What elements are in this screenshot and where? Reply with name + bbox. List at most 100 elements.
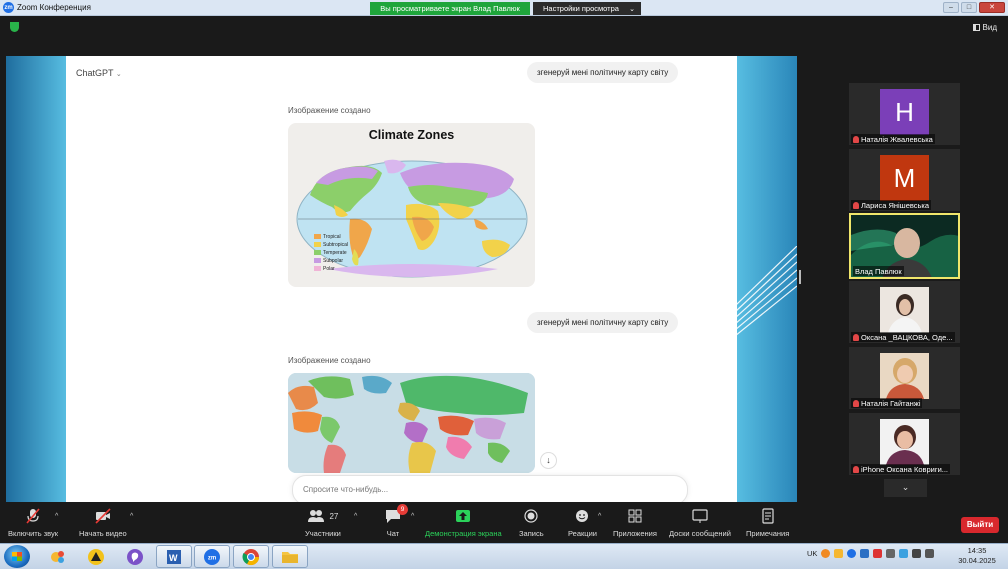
avatar: M [880,155,929,201]
flag-icon[interactable] [873,549,883,558]
shield-icon[interactable] [899,549,909,558]
record-icon [524,509,538,523]
tray-app-icon[interactable] [834,549,844,558]
taskbar-app-word[interactable]: W [156,545,192,568]
layout-icon [972,24,980,31]
network-icon[interactable] [886,549,896,558]
participant-tile[interactable]: M Лариса Янішевська [849,149,960,211]
minimize-button[interactable]: – [943,2,959,13]
desktop-background-left [6,56,66,502]
view-settings-button[interactable]: Настройки просмотра ⌄ [533,2,641,15]
close-window-button[interactable]: ✕ [979,2,1005,13]
chatgpt-page: ChatGPT ⌄ згенеруй мені політичну карту … [66,56,737,502]
participant-photo [880,419,929,465]
reactions-button[interactable]: Реакции [568,508,597,538]
chat-caret-icon[interactable]: ^ [411,513,414,520]
volume-icon[interactable] [925,549,935,558]
app-name: ChatGPT [76,68,114,78]
signal-bars-icon[interactable] [912,549,922,558]
participant-name-bar: Влад Павлюк [853,266,904,276]
image-created-label: Изображение создано [288,106,371,115]
participant-tile[interactable]: Оксана _ВАЦКОВА, Оде... [849,281,960,343]
prompt-composer[interactable] [292,475,688,502]
record-label: Запись [519,529,544,538]
scroll-down-button[interactable]: ↓ [540,452,557,469]
view-label: Вид [982,23,997,32]
reactions-caret-icon[interactable]: ^ [598,513,601,520]
language-indicator[interactable]: UK [807,549,817,558]
panel-splitter-handle[interactable] [799,270,801,284]
legend-temperate: Temperate [323,250,347,256]
participants-caret-icon[interactable]: ^ [354,513,357,520]
legend-polar: Polar [323,266,335,272]
share-screen-label: Демонстрация экрана [425,529,502,538]
meeting-toolbar: Включить звук ^ Начать видео ^ 27 Участн… [0,504,1008,543]
chrome-icon [242,548,260,565]
triangle-app-icon [88,548,104,565]
taskbar-app-explorer[interactable] [272,545,308,568]
record-button[interactable]: Запись [519,508,544,538]
scroll-participants-down-button[interactable]: ⌄ [884,479,927,497]
zoom-app-icon: zm [204,548,220,565]
chevron-down-icon: ⌄ [629,5,635,13]
start-video-button[interactable]: Начать видео [79,508,127,538]
apps-label: Приложения [613,529,657,538]
model-selector[interactable]: ChatGPT ⌄ [76,68,122,78]
participant-tile[interactable]: Наталія Гайтанжі [849,347,960,409]
participants-icon [308,510,325,522]
start-button[interactable] [4,545,30,568]
meeting-area: Вид ChatGPT ⌄ згенеруй мені політичну ка… [0,17,1008,504]
taskbar-app-drive[interactable] [78,545,114,568]
notes-icon [762,508,774,524]
tray-app-icon[interactable] [860,549,870,558]
zoom-app-label: zm [208,555,216,561]
generated-image-climate[interactable]: Climate Zones Tropical Subtropical Tempe… [288,123,535,287]
taskbar-app-paint[interactable] [40,545,76,568]
title-bar: zm Zoom Конференция Вы просматриваете эк… [0,0,1008,16]
windows-logo-icon [12,552,22,561]
climate-map: Tropical Subtropical Temperate Subpolar … [296,159,528,278]
participants-count: 27 [329,511,339,521]
chat-label: Чат [386,529,400,538]
participant-name-bar: Наталія Жвалевська [851,134,935,144]
maximize-button[interactable]: □ [961,2,977,13]
participant-name-bar: iPhone Оксана Ковриги... [851,464,951,474]
window-controls: – □ ✕ [943,2,1005,13]
political-map [288,373,535,473]
view-settings-label: Настройки просмотра [543,4,619,13]
participant-photo [880,287,929,333]
clock-time: 14:35 [967,546,987,555]
encryption-shield-icon[interactable] [10,22,19,32]
taskbar-app-viber[interactable] [117,545,153,568]
apps-button[interactable]: Приложения [613,508,657,538]
participants-button[interactable]: 27 Участники [305,508,341,538]
avatar: H [880,89,929,135]
leave-button[interactable]: Выйти [961,517,999,533]
shared-screen: ChatGPT ⌄ згенеруй мені політичну карту … [6,56,797,502]
unmute-button[interactable]: Включить звук [8,508,58,538]
unmute-label: Включить звук [8,529,59,538]
legend-tropical: Tropical [323,234,341,240]
notes-button[interactable]: Примечания [746,508,789,538]
generated-image-political[interactable] [288,373,535,473]
audio-options-caret-icon[interactable]: ^ [55,513,58,520]
taskbar-app-zoom[interactable]: zm [194,545,230,568]
window-title: Zoom Конференция [17,3,91,12]
taskbar-app-chrome[interactable] [233,545,269,568]
chat-button[interactable]: 9 Чат [384,504,408,538]
prompt-input[interactable] [303,485,603,494]
taskbar-clock[interactable]: 14:35 30.04.2025 [950,546,1004,566]
wallpaper-lines [735,246,797,336]
whiteboards-button[interactable]: Доски сообщений [669,508,731,538]
participant-name: Наталія Гайтанжі [861,398,921,408]
reactions-label: Реакции [568,529,597,538]
tray-zoom-icon[interactable] [847,549,857,558]
share-screen-button[interactable]: Демонстрация экрана [425,508,502,538]
participant-tile-active-speaker[interactable]: Влад Павлюк [849,213,960,279]
tray-app-icon[interactable] [821,549,831,558]
participant-tile[interactable]: iPhone Оксана Ковриги... [849,413,960,475]
smiley-icon [576,510,589,522]
participant-tile[interactable]: H Наталія Жвалевська [849,83,960,145]
view-button[interactable]: Вид [972,23,997,32]
video-options-caret-icon[interactable]: ^ [130,513,133,520]
